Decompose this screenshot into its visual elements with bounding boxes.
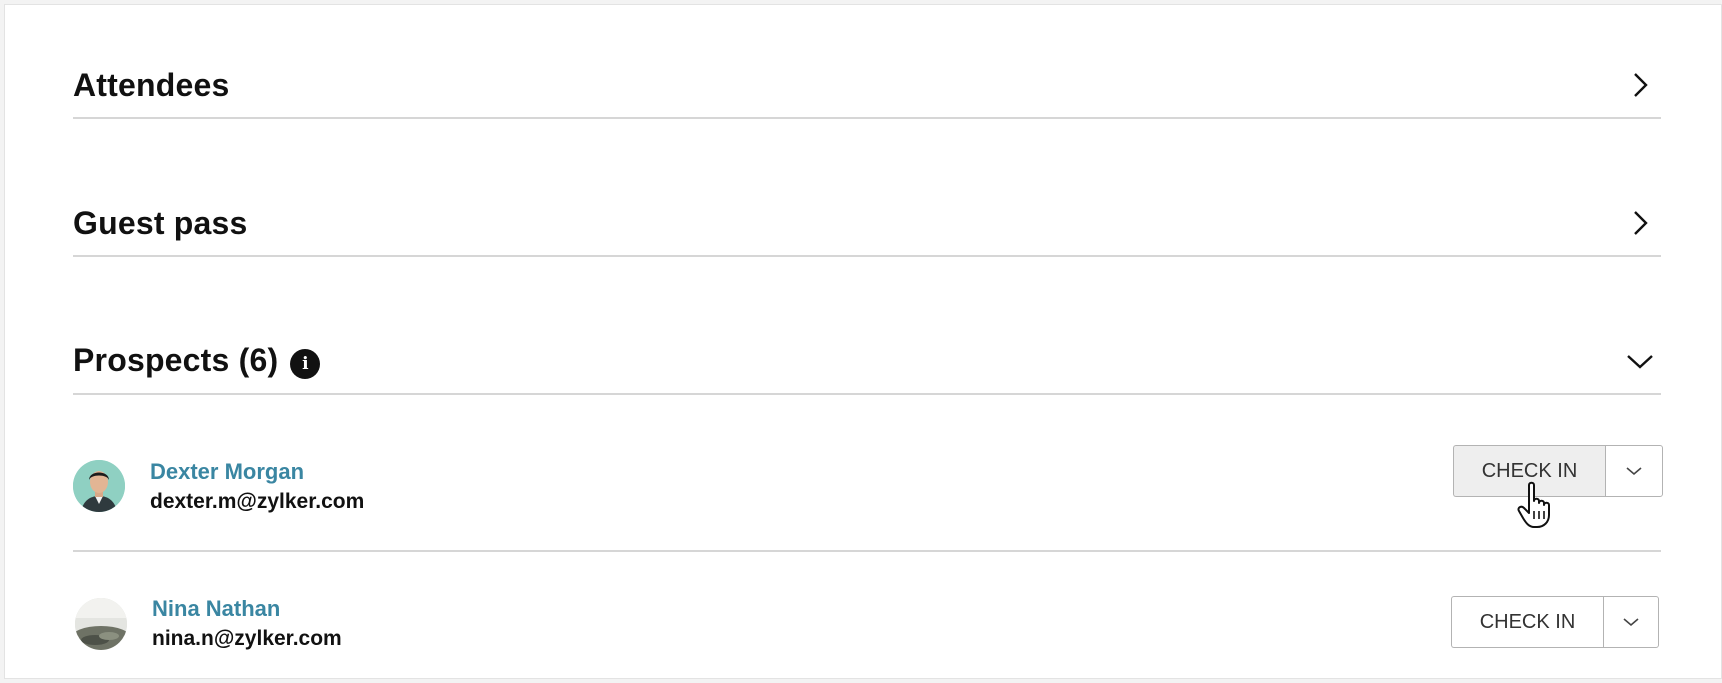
prospect-contact: Dexter Morgan dexter.m@zylker.com [150,457,364,517]
prospect-contact: Nina Nathan nina.n@zylker.com [152,594,342,654]
check-in-split-button: CHECK IN [1453,445,1663,497]
prospect-row: Dexter Morgan dexter.m@zylker.com CHECK … [73,442,1663,552]
event-detail-panel: Attendees Guest pass Prospects (6) i Dex… [4,4,1722,679]
check-in-button[interactable]: CHECK IN [1453,445,1605,497]
prospect-email: dexter.m@zylker.com [150,490,365,513]
chevron-down-icon[interactable] [1625,346,1655,376]
section-prospects-header[interactable]: Prospects (6) i [73,328,1661,395]
check-in-button[interactable]: CHECK IN [1451,596,1603,648]
prospect-name-link[interactable]: Dexter Morgan [150,457,364,487]
prospect-row: Nina Nathan nina.n@zylker.com CHECK IN [73,589,1661,659]
section-title: Prospects (6) [73,342,279,378]
section-guest-pass-header[interactable]: Guest pass [73,191,1661,257]
section-title: Attendees [73,66,230,103]
chevron-right-icon[interactable] [1625,70,1655,100]
check-in-split-button: CHECK IN [1451,596,1659,648]
section-title-wrap: Prospects (6) i [73,342,321,379]
prospect-email: nina.n@zylker.com [152,627,342,650]
chevron-down-icon [1623,618,1639,627]
avatar [73,460,125,512]
info-icon[interactable]: i [290,348,321,379]
chevron-right-icon[interactable] [1625,208,1655,238]
avatar [75,598,127,650]
check-in-dropdown-button[interactable] [1605,445,1663,497]
prospect-name-link[interactable]: Nina Nathan [152,594,342,624]
section-title: Guest pass [73,204,248,241]
section-attendees-header[interactable]: Attendees [73,53,1661,119]
chevron-down-icon [1626,467,1642,476]
check-in-dropdown-button[interactable] [1603,596,1659,648]
